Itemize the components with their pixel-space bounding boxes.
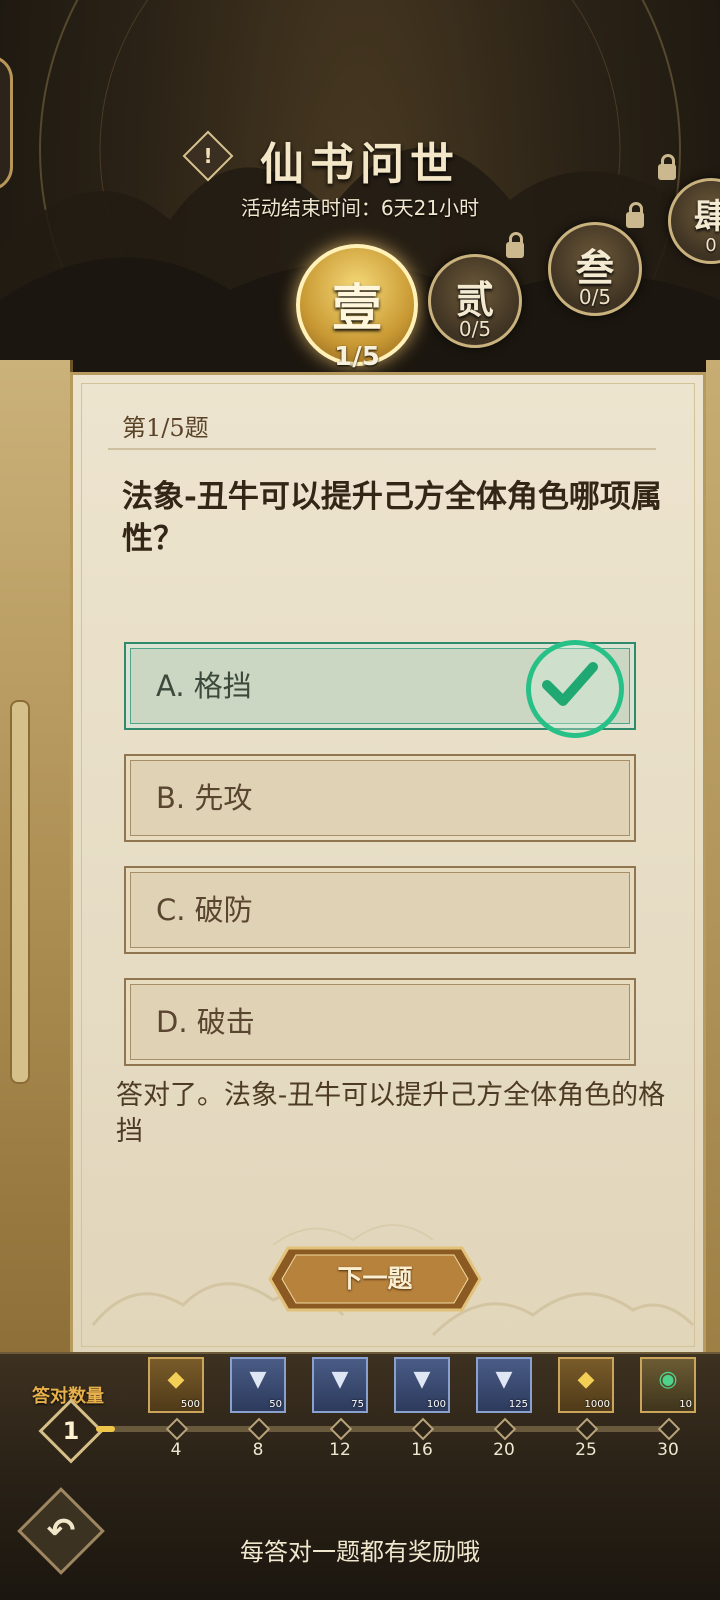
material-bag-icon: ▼	[249, 1367, 267, 1392]
milestone-label: 4	[170, 1440, 182, 1460]
divider	[108, 448, 656, 450]
stage-3-medallion[interactable]: 叁 0/5	[548, 222, 642, 316]
option-d-label: D. 破击	[156, 1005, 255, 1039]
stage-4-numeral: 肆	[694, 197, 720, 237]
stage-4-count: 0	[705, 235, 717, 256]
check-icon	[526, 640, 624, 738]
option-c[interactable]: C. 破防	[124, 866, 636, 954]
title-wrap: 仙书问世	[0, 128, 720, 192]
milestone-label: 20	[493, 1440, 515, 1460]
reward-quantity: 1000	[584, 1399, 610, 1410]
stage-3-numeral: 叁	[575, 245, 614, 290]
stage-1-count: 1/5	[334, 342, 380, 372]
gold-ingot-icon: ◆	[167, 1367, 185, 1392]
reward-quantity: 75	[351, 1399, 364, 1410]
answer-explanation: 答对了。法象-丑牛可以提升己方全体角色的格挡	[116, 1080, 666, 1147]
reward-slot[interactable]: ▼ 50	[230, 1357, 286, 1413]
reward-slot[interactable]: ◉ 10	[640, 1357, 696, 1413]
stage-1-medallion[interactable]: 壹 1/5	[296, 244, 418, 372]
reward-hint: 每答对一题都有奖励哦	[240, 1538, 480, 1566]
milestone-label: 12	[329, 1440, 351, 1460]
lock-icon	[626, 202, 644, 228]
question-text: 法象-丑牛可以提升己方全体角色哪项属性？	[122, 479, 662, 557]
milestone-label: 16	[411, 1440, 433, 1460]
reward-quantity: 10	[679, 1399, 692, 1410]
reward-quantity: 50	[269, 1399, 282, 1410]
left-frame	[0, 360, 73, 1370]
gold-ingot-icon: ◆	[577, 1367, 595, 1392]
stage-4-medallion[interactable]: 肆 0	[668, 178, 720, 264]
jade-dragon-icon: ◉	[658, 1367, 678, 1392]
progress-fill	[96, 1426, 115, 1432]
stage-3-count: 0/5	[578, 285, 612, 309]
lock-icon	[506, 232, 524, 258]
option-b[interactable]: B. 先攻	[124, 754, 636, 842]
option-c-label: C. 破防	[156, 893, 253, 927]
reward-slot[interactable]: ◆ 500	[148, 1357, 204, 1413]
option-b-label: B. 先攻	[156, 781, 253, 815]
milestone-label: 25	[575, 1440, 597, 1460]
next-question-button[interactable]: 下一题	[268, 1246, 482, 1312]
stage-1-numeral: 壹	[332, 278, 382, 337]
stage-2-count: 0/5	[458, 317, 492, 341]
reward-quantity: 100	[426, 1399, 446, 1410]
scroll-rail	[10, 700, 30, 1084]
reward-slot[interactable]: ▼ 125	[476, 1357, 532, 1413]
lock-icon	[658, 154, 676, 180]
reward-quantity: 125	[508, 1399, 528, 1410]
option-a-label: A. 格挡	[156, 669, 252, 703]
reward-slot[interactable]: ◆ 1000	[558, 1357, 614, 1413]
stage-2-medallion[interactable]: 贰 0/5	[428, 254, 522, 348]
event-end-time: 活动结束时间：6天21小时	[240, 196, 480, 220]
material-bag-icon: ▼	[331, 1367, 349, 1392]
next-button-label: 下一题	[337, 1264, 413, 1293]
material-bag-icon: ▼	[495, 1367, 513, 1392]
option-a[interactable]: A. 格挡	[124, 640, 636, 738]
stage-2-numeral: 贰	[455, 277, 494, 322]
question-number: 第1/5题	[122, 414, 209, 442]
reward-slot[interactable]: ▼ 100	[394, 1357, 450, 1413]
right-frame	[706, 360, 720, 1370]
reward-quantity: 500	[180, 1399, 200, 1410]
option-d[interactable]: D. 破击	[124, 978, 636, 1066]
reward-slot[interactable]: ▼ 75	[312, 1357, 368, 1413]
milestone-label: 8	[252, 1440, 264, 1460]
page-title: 仙书问世	[260, 139, 460, 190]
milestone-label: 30	[657, 1440, 679, 1460]
material-bag-icon: ▼	[413, 1367, 431, 1392]
